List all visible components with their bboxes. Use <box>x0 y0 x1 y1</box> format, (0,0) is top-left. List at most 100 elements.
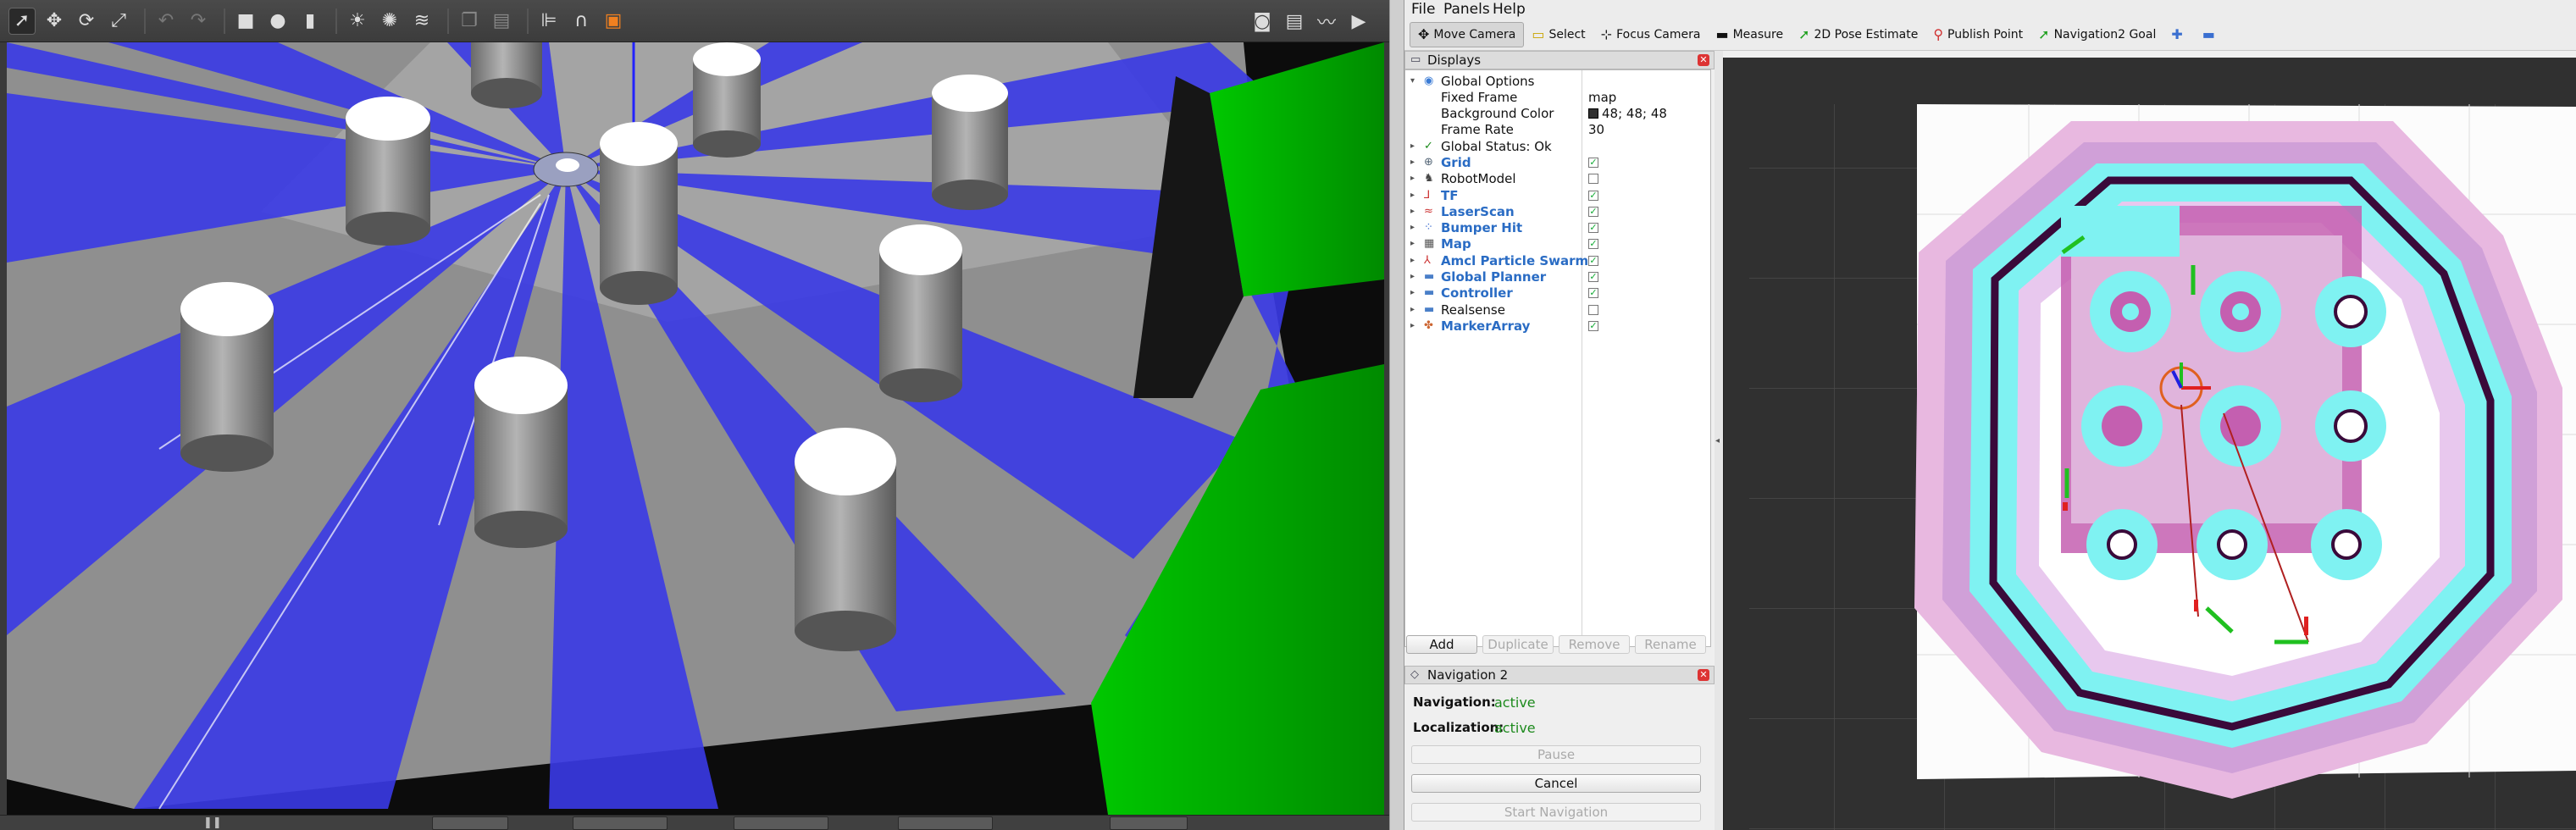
display-item-realsense[interactable]: ▸ ▬ Realsense <box>1405 302 1710 318</box>
global-options-row[interactable]: ▾ ◉ Global Options <box>1405 74 1710 90</box>
focus-camera-tool[interactable]: ⊹ Focus Camera <box>1593 22 1709 47</box>
redo-icon[interactable]: ↷ <box>185 8 212 35</box>
enable-checkbox[interactable]: ✓ <box>1588 288 1598 298</box>
collapsed-arrow-icon[interactable]: ▸ <box>1410 321 1415 330</box>
enable-checkbox[interactable]: ✓ <box>1588 239 1598 249</box>
paste-icon[interactable]: ▤ <box>488 8 515 35</box>
collapsed-arrow-icon[interactable]: ▸ <box>1410 272 1415 281</box>
menu-help[interactable]: Help <box>1493 1 1526 18</box>
collapsed-arrow-icon[interactable]: ▸ <box>1410 239 1415 248</box>
fixed-frame-value[interactable]: map <box>1588 90 1616 105</box>
collapsed-arrow-icon[interactable]: ▸ <box>1410 174 1415 183</box>
display-item-map[interactable]: ▸ ▦ Map ✓ <box>1405 236 1710 252</box>
directional-light-icon[interactable]: ≋ <box>408 8 435 35</box>
enable-checkbox[interactable] <box>1588 174 1598 184</box>
copy-icon[interactable]: ❐ <box>456 8 483 35</box>
point-light-icon[interactable]: ☀ <box>344 8 371 35</box>
display-item-tf[interactable]: ▸ ⅃ TF ✓ <box>1405 188 1710 204</box>
snap-icon[interactable]: ∩ <box>568 8 595 35</box>
add-tool-button[interactable]: ✚ <box>2163 22 2194 47</box>
rviz-3d-view[interactable] <box>1723 58 2576 830</box>
window-splitter[interactable] <box>1389 0 1404 830</box>
background-color-row[interactable]: Background Color 48; 48; 48 <box>1405 106 1710 122</box>
remove-tool-button[interactable]: ▬ <box>2195 22 2227 47</box>
start-navigation-button[interactable]: Start Navigation <box>1411 803 1701 822</box>
rviz-window: File Panels Help ✥ Move Camera ▭ Select … <box>1404 0 2576 830</box>
cylinder-shape-icon[interactable]: ▮ <box>296 8 324 35</box>
display-item-controller[interactable]: ▸ ▬ Controller ✓ <box>1405 285 1710 302</box>
log-icon[interactable]: ▤ <box>1281 8 1308 35</box>
pause-icon[interactable]: ❚❚ <box>203 816 222 829</box>
close-icon[interactable]: ✕ <box>1698 54 1709 66</box>
toolbar-separator <box>527 8 529 34</box>
global-status-label: Global Status: Ok <box>1441 139 1552 154</box>
collapsed-arrow-icon[interactable]: ▸ <box>1410 256 1415 265</box>
background-color-value[interactable]: 48; 48; 48 <box>1588 106 1667 121</box>
close-icon[interactable]: ✕ <box>1698 669 1709 681</box>
menu-file[interactable]: File <box>1411 1 1435 18</box>
align-icon[interactable]: ⊫ <box>535 8 562 35</box>
undo-icon[interactable]: ↶ <box>152 8 180 35</box>
select-mode-icon[interactable]: ➚ <box>8 7 36 35</box>
pose-estimate-tool[interactable]: ➚ 2D Pose Estimate <box>1791 22 1925 47</box>
display-item-amcl-particle-swarm[interactable]: ▸ ⅄ Amcl Particle Swarm ✓ <box>1405 253 1710 269</box>
translate-mode-icon[interactable]: ✥ <box>41 8 68 35</box>
rename-button[interactable]: Rename <box>1635 635 1706 654</box>
frame-rate-value[interactable]: 30 <box>1588 122 1604 137</box>
collapsed-arrow-icon[interactable]: ▸ <box>1410 305 1415 314</box>
sphere-shape-icon[interactable]: ● <box>264 8 291 35</box>
expanded-arrow-icon[interactable]: ▾ <box>1410 76 1415 86</box>
collapsed-arrow-icon[interactable]: ▸ <box>1410 191 1415 200</box>
enable-checkbox[interactable]: ✓ <box>1588 191 1598 201</box>
display-item-markerarray[interactable]: ▸ ✤ MarkerArray ✓ <box>1405 318 1710 335</box>
enable-checkbox[interactable]: ✓ <box>1588 321 1598 331</box>
spot-light-icon[interactable]: ✺ <box>376 8 403 35</box>
display-item-robotmodel[interactable]: ▸ ♞ RobotModel <box>1405 171 1710 187</box>
display-item-global-planner[interactable]: ▸ ▬ Global Planner ✓ <box>1405 269 1710 285</box>
fixed-frame-row[interactable]: Fixed Frame map <box>1405 90 1710 106</box>
collapse-arrow-icon[interactable]: ◂ <box>1715 436 1720 445</box>
add-button[interactable]: Add <box>1406 635 1477 654</box>
navigation-value: active <box>1494 694 1536 711</box>
change-view-icon[interactable]: ▣ <box>600 8 627 35</box>
publish-point-tool[interactable]: ⚲ Publish Point <box>1925 22 2030 47</box>
collapsed-arrow-icon[interactable]: ▸ <box>1410 141 1415 151</box>
pause-button[interactable]: Pause <box>1411 745 1701 764</box>
gazebo-3d-viewport[interactable] <box>7 42 1384 815</box>
move-camera-tool[interactable]: ✥ Move Camera <box>1410 21 1525 47</box>
background-color-label: Background Color <box>1441 106 1554 121</box>
enable-checkbox[interactable]: ✓ <box>1588 256 1598 266</box>
record-video-icon[interactable]: ▶ <box>1345 8 1372 35</box>
plot-icon[interactable]: 〰 <box>1313 8 1340 35</box>
collapsed-arrow-icon[interactable]: ▸ <box>1410 207 1415 216</box>
enable-checkbox[interactable]: ✓ <box>1588 223 1598 233</box>
global-status-row[interactable]: ▸ ✓ Global Status: Ok <box>1405 139 1710 155</box>
monitor-icon: ▭ <box>1410 53 1421 66</box>
display-item-bumper-hit[interactable]: ▸ ⁘ Bumper Hit ✓ <box>1405 220 1710 236</box>
screenshot-icon[interactable]: ◙ <box>1249 8 1276 35</box>
reset-time-button[interactable] <box>1110 816 1188 830</box>
displays-tree: ▾ ◉ Global Options Fixed Frame map Backg… <box>1404 69 1711 647</box>
frame-rate-row[interactable]: Frame Rate 30 <box>1405 122 1710 138</box>
enable-checkbox[interactable]: ✓ <box>1588 158 1598 168</box>
display-item-laserscan[interactable]: ▸ ≈ LaserScan ✓ <box>1405 204 1710 220</box>
duplicate-button[interactable]: Duplicate <box>1482 635 1554 654</box>
display-item-grid[interactable]: ▸ ⊕ Grid ✓ <box>1405 155 1710 171</box>
enable-checkbox[interactable] <box>1588 305 1598 315</box>
box-shape-icon[interactable]: ■ <box>232 8 259 35</box>
collapsed-arrow-icon[interactable]: ▸ <box>1410 158 1415 167</box>
collapsed-arrow-icon[interactable]: ▸ <box>1410 288 1415 297</box>
panel-splitter[interactable]: ◂ <box>1715 51 1723 830</box>
scale-mode-icon[interactable]: ⤢ <box>105 8 132 35</box>
enable-checkbox[interactable]: ✓ <box>1588 207 1598 217</box>
enable-checkbox[interactable]: ✓ <box>1588 272 1598 282</box>
robot-icon: ♞ <box>1424 172 1434 185</box>
cancel-button[interactable]: Cancel <box>1411 774 1701 793</box>
menu-panels[interactable]: Panels <box>1443 1 1490 18</box>
collapsed-arrow-icon[interactable]: ▸ <box>1410 223 1415 232</box>
nav2-goal-tool[interactable]: ➚ Navigation2 Goal <box>2030 22 2163 47</box>
select-tool[interactable]: ▭ Select <box>1524 22 1593 47</box>
rotate-mode-icon[interactable]: ⟳ <box>73 8 100 35</box>
measure-tool[interactable]: ▬ Measure <box>1708 22 1791 47</box>
remove-button[interactable]: Remove <box>1559 635 1630 654</box>
